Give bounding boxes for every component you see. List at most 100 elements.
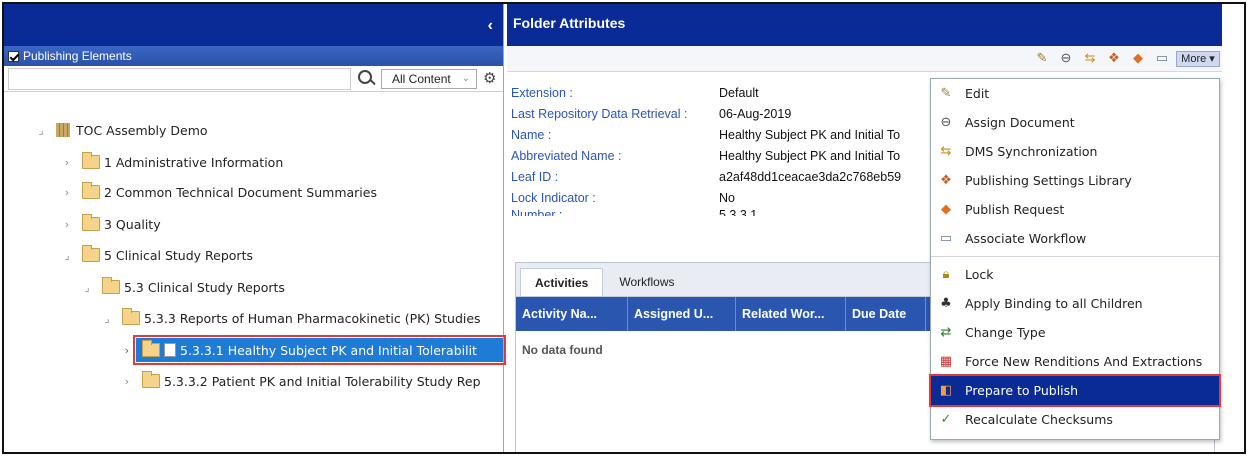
edit-icon: ✎ [940,86,952,101]
attribute-row: Extension : Default [511,82,929,103]
expand-toggle-icon[interactable]: › [60,218,74,231]
menu-item-label: Recalculate Checksums [965,412,1113,427]
menu-item-associate-workflow[interactable]: ▭ Associate Workflow [931,224,1219,253]
attribute-value: No [719,190,735,205]
menu-item-label: Apply Binding to all Children [965,296,1143,311]
document-icon [164,343,176,357]
menu-separator [931,256,1219,257]
collapse-panel-icon[interactable]: ‹ [488,17,493,35]
menu-item-edit[interactable]: ✎ Edit [931,79,1219,108]
search-icon[interactable] [355,68,377,90]
sync-icon[interactable]: ⇆ [1082,50,1098,66]
column-header[interactable]: Assigned U... [628,297,736,331]
attribute-list: Extension : Default Last Repository Data… [511,82,929,217]
menu-item-label: Change Type [965,325,1046,340]
toolbar: ✎ ⊖ ⇆ ❖ ◆ ▭ More ▾ [507,46,1222,72]
tree-node-selected[interactable]: › 5.3.3.1 Healthy Subject PK and Initial… [120,338,477,362]
folder-icon [82,182,100,199]
edit-icon[interactable]: ✎ [1034,50,1050,66]
tree-node[interactable]: › 3 Quality [60,212,161,236]
attribute-value: 5.3.3.1 [719,208,758,216]
tree-node[interactable]: › 2 Common Technical Document Summaries [60,180,377,204]
publish-icon[interactable]: ◆ [1130,50,1146,66]
more-button[interactable]: More ▾ [1176,51,1220,67]
library-icon[interactable]: ❖ [1106,50,1122,66]
attribute-label: Extension : [511,85,573,100]
menu-item-label: Publish Request [965,202,1065,217]
attribute-row: Lock Indicator : No [511,187,929,208]
attribute-label: Lock Indicator : [511,190,596,205]
link-icon[interactable]: ⊖ [1058,50,1074,66]
tree-node-label: TOC Assembly Demo [76,122,208,138]
tree-node[interactable]: › 5.3.3.2 Patient PK and Initial Tolerab… [120,369,481,393]
tree-node-label: 2 Common Technical Document Summaries [104,184,377,200]
menu-item-label: Prepare to Publish [965,383,1079,398]
tree-node[interactable]: ⌟ TOC Assembly Demo [34,118,208,142]
menu-item-publishing-settings-library[interactable]: ❖ Publishing Settings Library [931,166,1219,195]
tree-node-label: 5.3.3.1 Healthy Subject PK and Initial T… [180,342,477,358]
menu-item-label: DMS Synchronization [965,144,1098,159]
menu-item-label: Publishing Settings Library [965,173,1132,188]
checksum-icon: ✓ [940,412,952,427]
menu-item-label: Assign Document [965,115,1075,130]
tree-node[interactable]: ⌟ 5.3 Clinical Study Reports [80,275,285,299]
tree-node-label: 3 Quality [104,216,161,232]
column-header[interactable]: Due Date [846,297,926,331]
expand-toggle-icon[interactable]: › [120,344,134,357]
menu-item-recalculate-checksums[interactable]: ✓ Recalculate Checksums [931,405,1219,434]
expand-toggle-icon[interactable]: ⌟ [100,312,114,325]
column-header[interactable]: Activity Na... [516,297,628,331]
expand-toggle-icon[interactable]: ⌟ [34,124,48,137]
menu-item-publish-request[interactable]: ◆ Publish Request [931,195,1219,224]
folder-icon [122,308,140,325]
app-window: ‹ Publishing Elements All Content ⌄ ⚙ ⌟ … [2,2,1246,454]
tree-node[interactable]: ⌟ 5 Clinical Study Reports [60,243,253,267]
expand-toggle-icon[interactable]: › [120,375,134,388]
folder-icon [142,371,160,388]
column-header[interactable]: Related Wor... [736,297,846,331]
attribute-value: a2af48dd1ceacae3da2c768eb59 [719,169,902,184]
tree-node-label: 5 Clinical Study Reports [104,247,253,263]
menu-item-force-new-renditions[interactable]: ▦ Force New Renditions And Extractions [931,347,1219,376]
attribute-row: Abbreviated Name : Healthy Subject PK an… [511,145,929,166]
tree-node[interactable]: ⌟ 5.3.3 Reports of Human Pharmacokinetic… [100,306,481,330]
menu-item-label: Edit [965,86,990,101]
menu-item-label: Force New Renditions And Extractions [965,354,1203,369]
expand-toggle-icon[interactable]: ⌟ [60,249,74,262]
tab-workflows[interactable]: Workflows [605,268,688,296]
tree-node[interactable]: › 1 Administrative Information [60,150,283,174]
publish-icon: ◆ [941,202,951,217]
attribute-label: Abbreviated Name : [511,148,622,163]
menu-item-apply-binding[interactable]: ♣ Apply Binding to all Children [931,289,1219,318]
attribute-row: Leaf ID : a2af48dd1ceacae3da2c768eb59 [511,166,929,187]
panel-title: Folder Attributes [507,4,1222,46]
menu-item-dms-synchronization[interactable]: ⇆ DMS Synchronization [931,137,1219,166]
menu-item-lock[interactable]: 🔒︎ Lock [931,260,1219,289]
publishing-elements-checkbox[interactable] [8,50,19,62]
attribute-row: Number : 5.3.3.1 [511,208,929,216]
more-actions-menu: ✎ Edit ⊖ Assign Document ⇆ DMS Synchroni… [929,78,1221,440]
folder-icon [82,245,100,262]
tab-activities[interactable]: Activities [520,268,604,296]
book-icon [56,123,70,137]
attribute-label: Name : [511,127,552,142]
expand-toggle-icon[interactable]: › [60,156,74,169]
sync-icon: ⇆ [940,144,952,159]
workflow-icon[interactable]: ▭ [1154,50,1170,66]
gear-icon[interactable]: ⚙ [483,70,499,87]
content-filter-select[interactable]: All Content ⌄ [381,68,477,89]
toolbar-icons: ✎ ⊖ ⇆ ❖ ◆ ▭ [1034,50,1170,66]
left-panel-header: ‹ Publishing Elements [4,4,503,66]
link-icon: ⊖ [940,115,952,130]
tree-node-label: 5.3.3 Reports of Human Pharmacokinetic (… [144,310,481,326]
expand-toggle-icon[interactable]: ⌟ [80,281,94,294]
expand-toggle-icon[interactable]: › [60,186,74,199]
menu-item-prepare-to-publish[interactable]: ◧ Prepare to Publish [929,374,1221,407]
tree-search-input[interactable] [8,67,351,90]
menu-item-change-type[interactable]: ⇄ Change Type [931,318,1219,347]
attribute-label: Last Repository Data Retrieval : [511,106,688,121]
attribute-value: 06-Aug-2019 [719,106,792,121]
menu-item-assign-document[interactable]: ⊖ Assign Document [931,108,1219,137]
folder-icon [82,152,100,169]
attribute-value: Default [719,85,759,100]
